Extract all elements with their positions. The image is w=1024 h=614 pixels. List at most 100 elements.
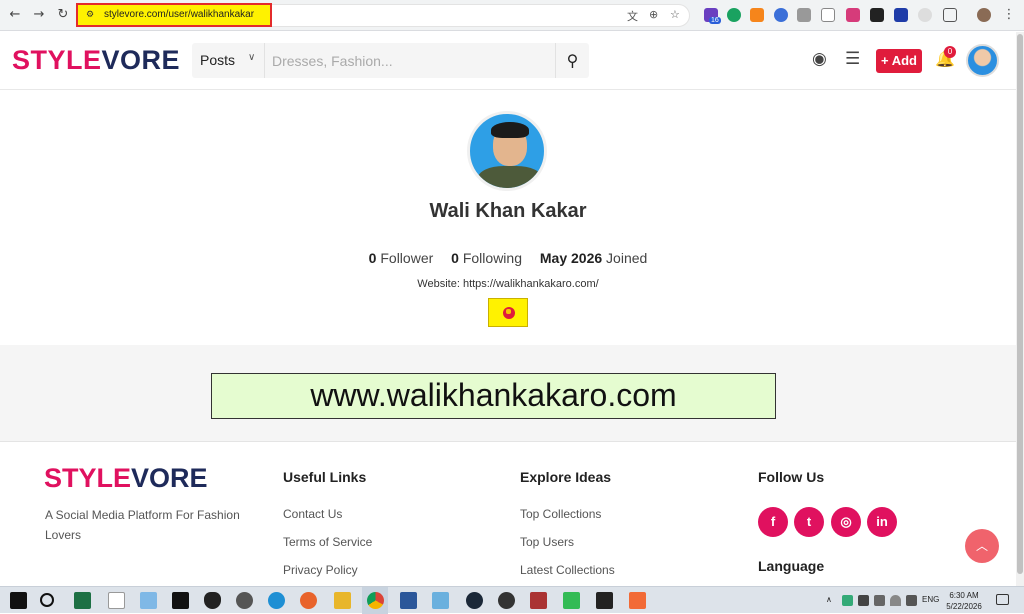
- logo-style: STYLE: [12, 45, 102, 75]
- profile-website[interactable]: Website: https://walikhankakaro.com/: [0, 278, 1016, 290]
- followers-stat[interactable]: 0 Follower: [369, 250, 434, 266]
- chevron-down-icon[interactable]: ∨: [248, 52, 255, 63]
- language-indicator[interactable]: ENG: [922, 595, 939, 604]
- translate-icon[interactable]: 文: [627, 8, 638, 24]
- xbox-icon[interactable]: [563, 592, 580, 609]
- notification-center-icon[interactable]: [996, 594, 1009, 605]
- footer-tagline: A Social Media Platform For Fashion Love…: [45, 508, 240, 542]
- footer-link-terms[interactable]: Terms of Service: [283, 535, 372, 549]
- twitter-icon[interactable]: t: [794, 507, 824, 537]
- scrollbar-thumb[interactable]: [1017, 34, 1023, 574]
- extension-shield-icon[interactable]: [846, 8, 860, 22]
- excel-icon[interactable]: [74, 592, 91, 609]
- scroll-to-top-button[interactable]: ︿: [965, 529, 999, 563]
- joined-stat: May 2026 Joined: [539, 250, 648, 266]
- language-title: Language: [758, 558, 825, 574]
- footer-link-top-collections[interactable]: Top Collections: [520, 507, 601, 521]
- website-banner: www.walikhankakaro.com: [211, 373, 776, 419]
- footer-link-latest-collections[interactable]: Latest Collections: [520, 563, 615, 577]
- footer-link-privacy[interactable]: Privacy Policy: [283, 563, 358, 577]
- file-explorer-icon[interactable]: [334, 592, 351, 609]
- settings-gear-icon[interactable]: [236, 592, 253, 609]
- chrome-icon[interactable]: [367, 592, 384, 609]
- remote-desktop-icon[interactable]: [140, 592, 157, 609]
- site-info-icon[interactable]: ⚙: [86, 10, 96, 20]
- add-button[interactable]: + Add: [876, 49, 922, 73]
- battery-icon[interactable]: [874, 595, 885, 606]
- site-header: STYLEVORE Posts ∨ ⚲ ◉ ☰ + Add 🔔 0: [0, 32, 1016, 90]
- logo-vore: VORE: [101, 45, 181, 75]
- browser-toolbar: ← → ↻ ⚙ stylevore.com/user/walikhankakar…: [0, 0, 1024, 31]
- extension-chart-icon[interactable]: [894, 8, 908, 22]
- linkedin-icon[interactable]: in: [867, 507, 897, 537]
- page-scrollbar[interactable]: [1016, 32, 1024, 586]
- site-logo[interactable]: STYLEVORE: [12, 45, 180, 76]
- wifi-icon[interactable]: [890, 595, 901, 606]
- word-icon[interactable]: [400, 592, 417, 609]
- search-input[interactable]: [264, 43, 554, 78]
- windows-start-icon[interactable]: [10, 592, 27, 609]
- steam-icon[interactable]: [466, 592, 483, 609]
- extension-dark-icon[interactable]: [870, 8, 884, 22]
- search-taskbar-icon[interactable]: [40, 593, 54, 607]
- footer-link-top-users[interactable]: Top Users: [520, 535, 574, 549]
- browser-menu-icon[interactable]: ⋮: [1000, 6, 1018, 24]
- globe-icon: [503, 307, 515, 319]
- windows-taskbar: ∧ ENG 6:30 AM 5/22/2026: [0, 586, 1024, 614]
- tray-app2-icon[interactable]: [858, 595, 869, 606]
- useful-links-title: Useful Links: [283, 469, 367, 485]
- profile-section: Wali Khan Kakar 0 Follower 0 Following M…: [0, 91, 1016, 345]
- forward-icon[interactable]: →: [30, 6, 48, 24]
- instagram-icon[interactable]: ◎: [831, 507, 861, 537]
- explore-ideas-title: Explore Ideas: [520, 469, 612, 485]
- footer-link-contact[interactable]: Contact Us: [283, 507, 342, 521]
- extension-blue-icon[interactable]: [774, 8, 788, 22]
- app-orange-icon[interactable]: [629, 592, 646, 609]
- app-icon[interactable]: [432, 592, 449, 609]
- notepad-icon[interactable]: [108, 592, 125, 609]
- url-text[interactable]: stylevore.com/user/walikhankakar: [104, 9, 254, 20]
- extension-circle-icon[interactable]: [918, 8, 932, 22]
- firefox-icon[interactable]: [300, 592, 317, 609]
- profile-name: Wali Khan Kakar: [429, 200, 587, 222]
- clock-time: 6:30 AM: [949, 591, 979, 600]
- search-bar: Posts ∨ ⚲: [192, 43, 589, 78]
- search-type-select[interactable]: Posts: [200, 52, 235, 68]
- reload-icon[interactable]: ↻: [54, 6, 72, 24]
- profile-avatar: [467, 111, 547, 191]
- follow-us-title: Follow Us: [758, 469, 825, 485]
- menu-hamburger-icon[interactable]: ☰: [845, 49, 860, 69]
- extensions-puzzle-icon[interactable]: [943, 8, 957, 22]
- site-footer: STYLEVORE A Social Media Platform For Fa…: [0, 443, 1016, 586]
- metamask-icon[interactable]: [750, 8, 764, 22]
- facebook-icon[interactable]: f: [758, 507, 788, 537]
- volume-icon[interactable]: [906, 595, 917, 606]
- app-dark-icon[interactable]: [498, 592, 515, 609]
- edge-icon[interactable]: [268, 592, 285, 609]
- footer-logo[interactable]: STYLEVORE: [44, 463, 208, 494]
- shield-app-icon[interactable]: [530, 592, 547, 609]
- zoom-icon[interactable]: ⊕: [649, 8, 658, 21]
- extension-gray-icon[interactable]: [797, 8, 811, 22]
- following-stat[interactable]: 0 Following: [451, 250, 522, 266]
- notification-badge: 0: [944, 46, 956, 58]
- browser-profile-avatar[interactable]: [977, 8, 991, 22]
- extension-u-icon[interactable]: [821, 8, 835, 22]
- epic-games-icon[interactable]: [596, 592, 613, 609]
- website-button[interactable]: [488, 298, 528, 327]
- bookmark-star-icon[interactable]: ☆: [670, 8, 680, 21]
- explore-compass-icon[interactable]: ◉: [812, 49, 827, 69]
- taskbar-clock[interactable]: 6:30 AM 5/22/2026: [940, 590, 988, 612]
- search-icon[interactable]: ⚲: [555, 43, 589, 78]
- user-avatar[interactable]: [966, 44, 999, 77]
- terminal-icon[interactable]: [172, 592, 189, 609]
- profile-stats: 0 Follower 0 Following May 2026 Joined: [0, 250, 1016, 266]
- grammarly-icon[interactable]: [727, 8, 741, 22]
- banner-area: www.walikhankakaro.com: [0, 345, 1016, 442]
- clock-date: 5/22/2026: [946, 602, 982, 611]
- tray-app-icon[interactable]: [842, 595, 853, 606]
- back-icon[interactable]: ←: [6, 6, 24, 24]
- security-icon[interactable]: [204, 592, 221, 609]
- tray-chevron-icon[interactable]: ∧: [826, 595, 832, 604]
- extension-badge: 16: [709, 17, 721, 24]
